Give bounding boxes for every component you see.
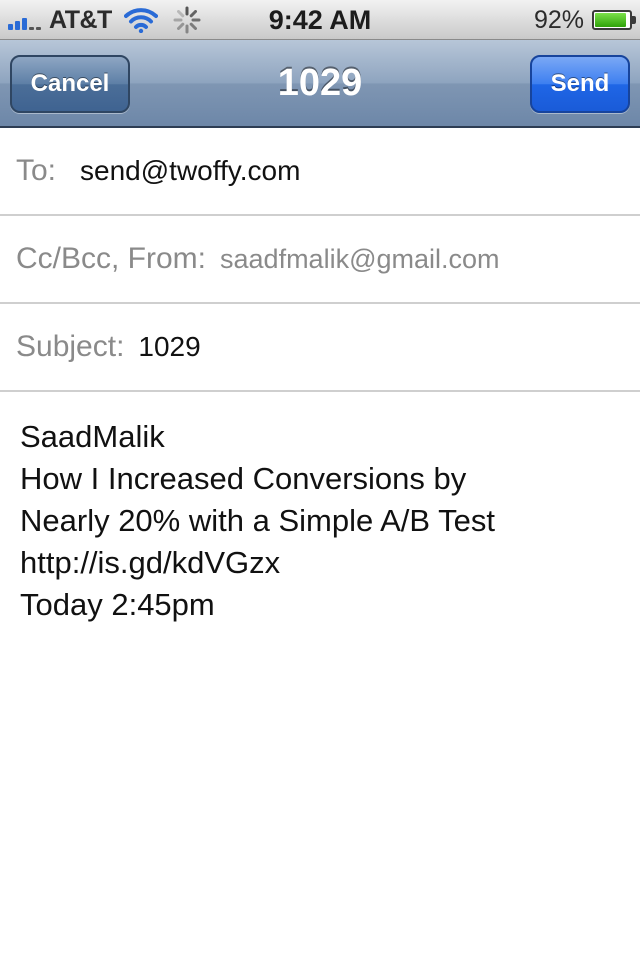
subject-label: Subject:	[16, 330, 125, 363]
body-line: SaadMalik	[20, 419, 165, 454]
status-bar: AT&T 9:42 AM 92%	[0, 0, 640, 40]
body-line: Nearly 20% with a Simple A/B Test	[20, 503, 495, 538]
ccbcc-from-field[interactable]: Cc/Bcc, From: saadfmalik@gmail.com	[0, 216, 640, 304]
status-bar-right: 92%	[533, 0, 636, 40]
battery-fill	[595, 13, 627, 27]
to-label: To:	[16, 154, 57, 187]
cancel-button[interactable]: Cancel	[10, 55, 130, 113]
from-value[interactable]: saadfmalik@gmail.com	[220, 244, 500, 275]
subject-field[interactable]: Subject: 1029	[0, 304, 640, 392]
subject-value[interactable]: 1029	[138, 331, 200, 363]
battery-percent: 92%	[533, 5, 584, 34]
send-button[interactable]: Send	[530, 55, 630, 113]
body-link[interactable]: http://is.gd/kdVGzx	[20, 542, 620, 584]
body-line: Today 2:45pm	[20, 587, 215, 622]
ccbcc-from-label: Cc/Bcc, From:	[16, 242, 207, 275]
to-value[interactable]: send@twoffy.com	[80, 155, 300, 187]
body-line: How I Increased Conversions by	[20, 461, 467, 496]
compose-nav-bar: 1029 Cancel Send	[0, 40, 640, 128]
message-body[interactable]: SaadMalik How I Increased Conversions by…	[20, 416, 620, 626]
battery-icon	[592, 10, 636, 30]
to-field[interactable]: To: send@twoffy.com	[0, 128, 640, 216]
